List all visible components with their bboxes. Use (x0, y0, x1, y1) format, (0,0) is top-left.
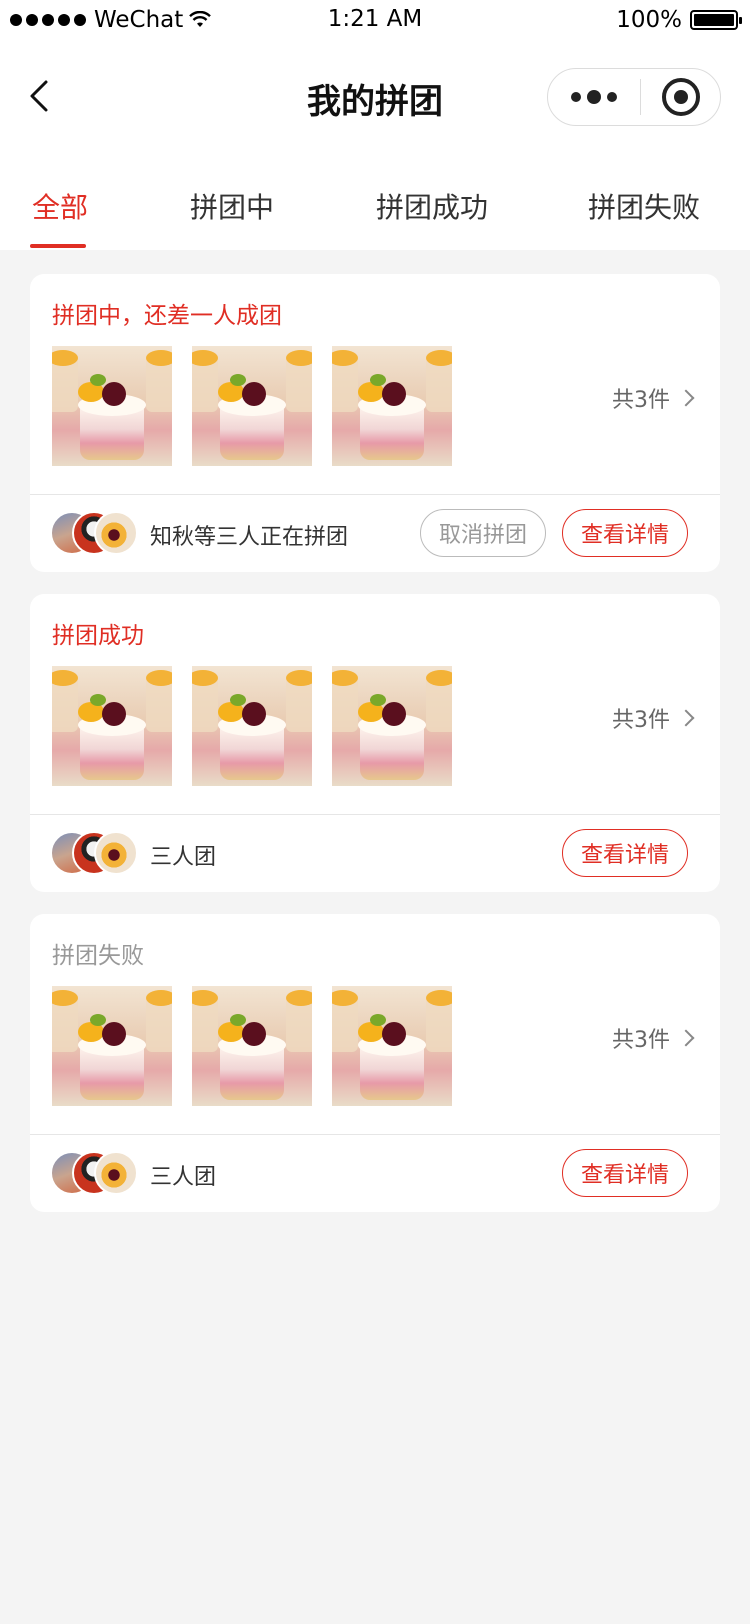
view-details-button[interactable]: 查看详情 (562, 509, 688, 557)
status-bar: WeChat 1:21 AM 100% (0, 0, 750, 40)
view-details-button[interactable]: 查看详情 (562, 1149, 688, 1197)
nav-bar: 我的拼团 (0, 40, 750, 160)
tab-success[interactable]: 拼团成功 (376, 186, 488, 226)
card-footer: 知秋等三人正在拼团 取消拼团 查看详情 (30, 495, 720, 572)
avatar (94, 1151, 138, 1195)
member-avatars (50, 1151, 140, 1195)
tab-in-progress[interactable]: 拼团中 (190, 186, 274, 226)
chevron-right-icon (677, 1029, 695, 1047)
product-thumbnails (52, 346, 452, 466)
item-count-link[interactable]: 共3件 (612, 382, 695, 414)
product-image[interactable] (52, 986, 172, 1106)
product-thumbnails (52, 986, 452, 1106)
group-members-text: 知秋等三人正在拼团 (150, 525, 349, 550)
order-status: 拼团中，还差一人成团 (52, 303, 282, 329)
product-thumbnails (52, 666, 452, 786)
item-count-link[interactable]: 共3件 (612, 1022, 695, 1054)
order-card[interactable]: 拼团成功 共3件 三人团 查看详情 (30, 594, 720, 892)
item-count: 共3件 (612, 708, 670, 733)
chevron-right-icon (677, 389, 695, 407)
group-members-text: 三人团 (150, 1165, 217, 1190)
avatar (94, 831, 138, 875)
product-image[interactable] (192, 666, 312, 786)
avatar (94, 511, 138, 555)
item-count-link[interactable]: 共3件 (612, 702, 695, 734)
battery-percent: 100% (616, 7, 682, 33)
card-footer: 三人团 查看详情 (30, 1135, 720, 1212)
close-button[interactable] (641, 69, 720, 125)
product-image[interactable] (332, 666, 452, 786)
view-details-button[interactable]: 查看详情 (562, 829, 688, 877)
order-tabs: 全部 拼团中 拼团成功 拼团失败 (0, 160, 750, 250)
product-image[interactable] (52, 346, 172, 466)
item-count: 共3件 (612, 1028, 670, 1053)
group-members-text: 三人团 (150, 845, 217, 870)
member-avatars (50, 831, 140, 875)
cancel-group-button[interactable]: 取消拼团 (420, 509, 546, 557)
active-tab-indicator (30, 244, 86, 248)
tab-failed[interactable]: 拼团失败 (588, 186, 700, 226)
battery-icon (690, 10, 742, 30)
order-card[interactable]: 拼团中，还差一人成团 共3件 知秋等三人正在拼团 取消拼团 查看详情 (30, 274, 720, 572)
status-right: 100% (616, 0, 742, 40)
product-image[interactable] (192, 346, 312, 466)
product-image[interactable] (332, 346, 452, 466)
member-avatars (50, 511, 140, 555)
product-image[interactable] (332, 986, 452, 1106)
target-close-icon (661, 78, 700, 116)
miniprogram-capsule (547, 68, 721, 126)
card-footer: 三人团 查看详情 (30, 815, 720, 892)
more-dots-icon (571, 92, 581, 102)
order-card[interactable]: 拼团失败 共3件 三人团 查看详情 (30, 914, 720, 1212)
product-image[interactable] (192, 986, 312, 1106)
order-status: 拼团失败 (52, 943, 144, 969)
tab-all[interactable]: 全部 (32, 186, 88, 226)
item-count: 共3件 (612, 388, 670, 413)
more-button[interactable] (548, 69, 640, 125)
order-status: 拼团成功 (52, 623, 144, 649)
product-image[interactable] (52, 666, 172, 786)
chevron-right-icon (677, 709, 695, 727)
